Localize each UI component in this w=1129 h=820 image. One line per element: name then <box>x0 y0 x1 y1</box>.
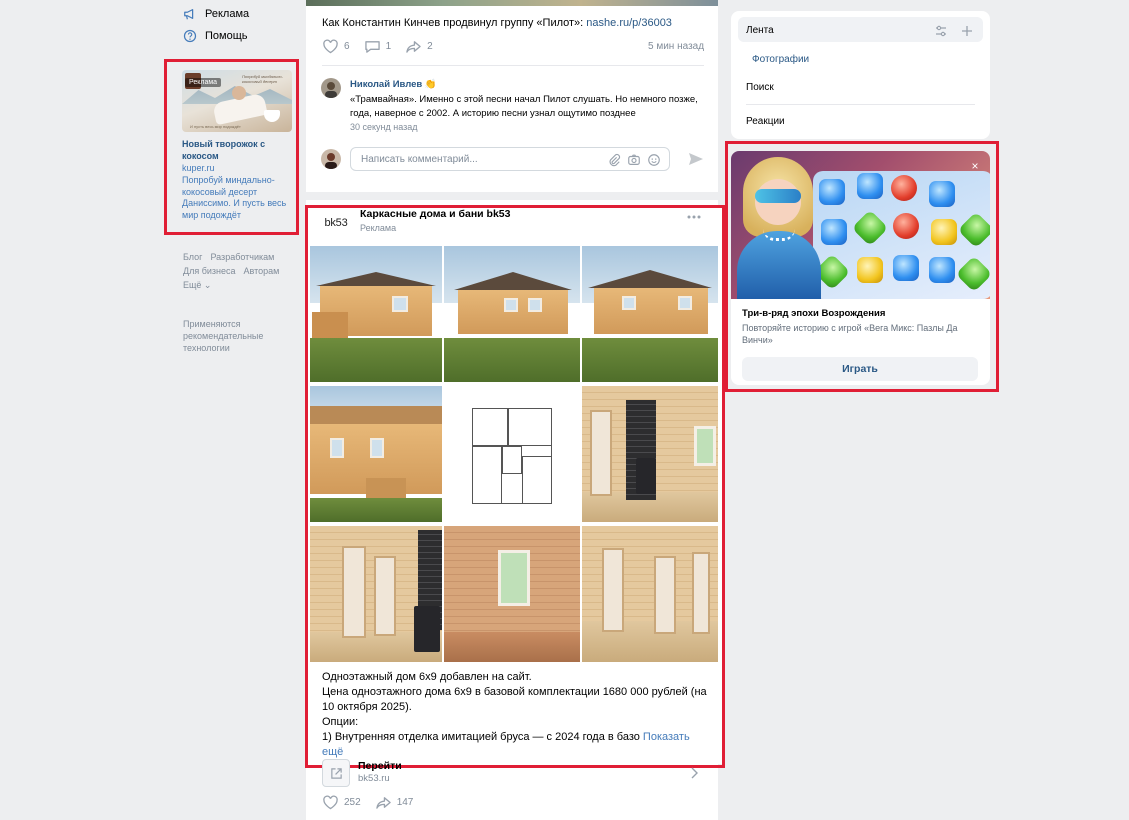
ad-post-actions: 252 147 <box>322 795 427 810</box>
footer-link-authors[interactable]: Авторам <box>244 266 280 276</box>
share-icon <box>375 797 391 809</box>
highlight-frame <box>305 205 725 768</box>
comment-time[interactable]: 30 секунд назад <box>350 122 418 132</box>
ad-badge: Реклама <box>185 78 222 87</box>
comment-count: 1 <box>385 41 392 52</box>
comment-button[interactable]: 1 <box>364 39 392 54</box>
share-icon <box>406 41 421 53</box>
like-count: 252 <box>344 797 361 808</box>
ad-image-tagline: И пусть весь мир подождёт <box>190 124 241 129</box>
sidebar-item-label: Реклама <box>205 8 250 20</box>
external-link-icon <box>322 759 350 787</box>
post-image-bottom[interactable] <box>306 0 718 6</box>
divider <box>322 65 704 66</box>
post-actions: 6 1 2 <box>322 39 447 54</box>
sidebar-item-ads[interactable]: Реклама <box>183 4 249 24</box>
avatar[interactable] <box>321 78 341 98</box>
menu-item-search[interactable]: Поиск <box>746 82 774 93</box>
like-count: 6 <box>344 41 350 52</box>
send-icon[interactable] <box>688 152 704 166</box>
post-separator <box>306 192 718 200</box>
menu-item-photos[interactable]: Фотографии <box>752 54 809 65</box>
highlight-frame <box>725 141 999 392</box>
like-button[interactable]: 252 <box>322 795 361 810</box>
comment-input-placeholder: Написать комментарий... <box>361 153 478 165</box>
share-count: 2 <box>427 41 433 52</box>
comment-input[interactable]: Написать комментарий... <box>350 147 670 171</box>
footer-link-more[interactable]: Ещё ⌄ <box>183 280 211 290</box>
ad-image[interactable]: Реклама Попробуй миндально-кокосовый дес… <box>182 70 292 132</box>
footer-link-blog[interactable]: Блог <box>183 252 202 262</box>
help-icon <box>183 29 197 43</box>
menu-item-reactions[interactable]: Реакции <box>746 116 785 127</box>
camera-icon[interactable] <box>627 153 641 167</box>
share-button[interactable]: 2 <box>405 39 433 54</box>
comment-icon <box>364 41 380 53</box>
sidebar-item-label: Помощь <box>205 30 248 42</box>
comment-text: «Трамвайная». Именно с этой песни начал … <box>350 94 698 119</box>
footer-link-developers[interactable]: Разработчикам <box>210 252 274 262</box>
ad-title[interactable]: Новый творожок с кокосом <box>182 138 292 162</box>
link-label: Перейти <box>358 760 402 772</box>
footer-link-business[interactable]: Для бизнеса <box>183 266 236 276</box>
left-ad-block[interactable]: Реклама Попробуй миндально-кокосовый дес… <box>170 64 294 232</box>
like-button[interactable]: 6 <box>322 39 350 54</box>
emoji-icon[interactable] <box>647 153 661 167</box>
megaphone-icon <box>183 7 197 21</box>
heart-icon <box>323 795 338 810</box>
post-time[interactable]: 5 мин назад <box>648 41 704 52</box>
link-url: bk53.ru <box>358 773 390 784</box>
feed-filter-menu: Лента Фотографии Поиск Реакции <box>731 11 990 139</box>
share-button[interactable]: 147 <box>375 795 414 810</box>
sidebar-item-help[interactable]: Помощь <box>183 26 248 46</box>
ad-image-slogan: Попробуй миндально-кокосовый десерт <box>242 74 283 84</box>
paperclip-icon[interactable] <box>607 153 621 167</box>
footer-links: Блог Разработчикам Для бизнеса Авторам Ещё… <box>183 250 293 292</box>
filter-settings-icon[interactable] <box>935 25 947 37</box>
my-avatar[interactable] <box>321 149 341 169</box>
menu-item-feed[interactable]: Лента <box>746 25 774 36</box>
post-text: Как Константин Кинчев продвинул группу «… <box>322 17 672 29</box>
external-link-card[interactable]: Перейти bk53.ru <box>322 758 702 788</box>
ad-description[interactable]: Попробуй миндально-кокосовый десерт Дани… <box>182 175 292 221</box>
heart-icon <box>323 39 338 54</box>
share-count: 147 <box>396 797 414 808</box>
post-text-content: Как Константин Кинчев продвинул группу «… <box>322 17 587 29</box>
comment-author[interactable]: Николай Ивлев 👏 <box>350 79 437 90</box>
menu-divider <box>746 104 975 105</box>
add-icon[interactable] <box>961 25 973 37</box>
chevron-right-icon <box>691 767 698 779</box>
footer-note: Применяются рекомендательные технологии <box>183 319 264 353</box>
ad-domain[interactable]: kuper.ru <box>182 163 215 173</box>
post-link[interactable]: nashe.ru/p/36003 <box>586 17 672 29</box>
